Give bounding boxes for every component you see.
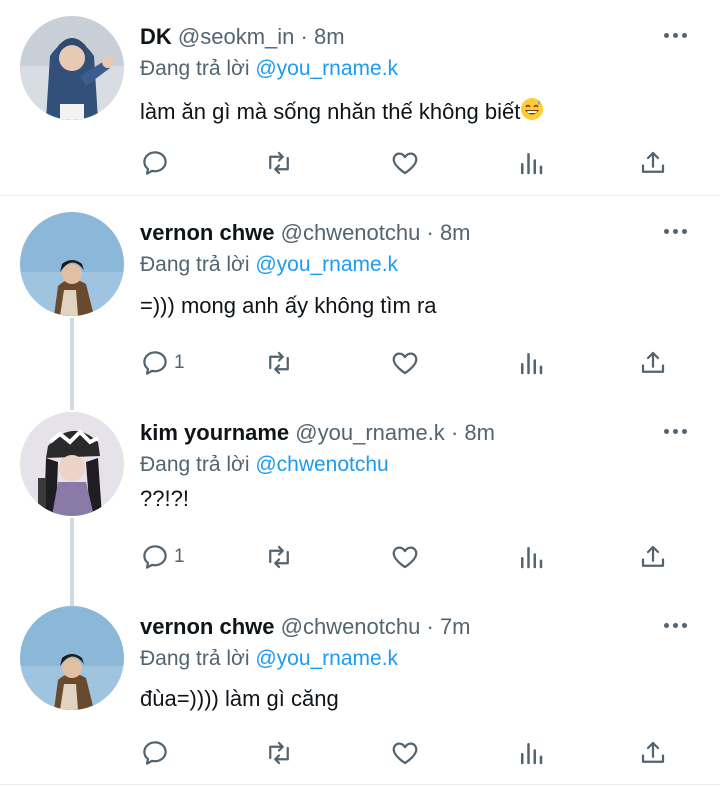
tweet-header: DK @seokm_in · 8m [140,24,345,50]
separator-dot: · [450,420,459,445]
avatar[interactable] [20,412,124,516]
share-icon [641,545,665,567]
replying-to: Đang trả lời @you_rname.k [140,647,398,671]
tweet-header: vernon chwe @chwenotchu · 7m [140,614,471,640]
replying-to-label: Đang trả lời [140,253,250,276]
display-name[interactable]: vernon chwe [140,614,274,639]
grinning-sweat-face-icon [520,97,544,127]
avatar[interactable] [20,16,124,120]
retweet-icon [269,351,289,375]
display-name[interactable]: DK [140,24,172,49]
share-icon [641,741,665,763]
views-chart-icon [521,153,543,175]
tweet-text: làm ăn gì mà sống nhăn thế không biết [140,97,544,127]
replying-to-label: Đang trả lời [140,647,250,670]
display-name[interactable]: kim yourname [140,420,289,445]
share-button[interactable] [638,539,668,575]
views-chart-icon [521,353,543,375]
reply-button[interactable] [140,145,174,181]
reply-button[interactable]: 1 [140,345,185,381]
tweet[interactable]: vernon chwe @chwenotchu · 8m Đang trả lờ… [0,196,720,392]
views-button[interactable] [516,539,546,575]
action-bar [140,145,680,181]
tweet-text-content: làm ăn gì mà sống nhăn thế không biết [140,99,521,124]
separator-dot: · [426,220,434,245]
reply-bubble-icon [143,741,167,765]
retweet-button[interactable] [264,145,294,181]
share-button[interactable] [638,145,668,181]
tweet-header: kim yourname @you_rname.k · 8m [140,420,495,446]
reply-bubble-icon [143,151,167,175]
user-handle[interactable]: @chwenotchu [281,220,421,245]
action-bar [140,735,680,771]
avatar[interactable] [20,606,124,710]
heart-icon [392,152,418,175]
replying-to: Đang trả lời @you_rname.k [140,57,398,81]
tweet-text: đùa=)))) làm gì căng [140,686,339,711]
reply-count: 1 [174,546,185,567]
share-button[interactable] [638,735,668,771]
timestamp[interactable]: 7m [440,614,471,639]
retweet-icon [269,151,289,175]
like-button[interactable] [390,735,420,771]
tweet-divider [0,784,720,785]
more-dots-icon[interactable] [664,28,692,42]
separator-dot: · [300,24,308,49]
views-chart-icon [521,547,543,569]
user-handle[interactable]: @chwenotchu [281,614,421,639]
retweet-button[interactable] [264,345,294,381]
heart-icon [392,742,418,765]
avatar[interactable] [20,212,124,316]
mention-link[interactable]: @chwenotchu [255,453,388,476]
replying-to: Đang trả lời @chwenotchu [140,453,389,477]
tweet[interactable]: vernon chwe @chwenotchu · 7m Đang trả lờ… [0,590,720,787]
reply-bubble-icon [143,545,167,569]
retweet-icon [269,741,289,765]
retweet-button[interactable] [264,539,294,575]
mention-link[interactable]: @you_rname.k [255,253,398,276]
tweet[interactable]: kim yourname @you_rname.k · 8m Đang trả … [0,396,720,596]
tweet-text: ??!?! [140,486,189,511]
views-button[interactable] [516,145,546,181]
mention-link[interactable]: @you_rname.k [255,647,398,670]
user-handle[interactable]: @you_rname.k [295,420,445,445]
tweet[interactable]: DK @seokm_in · 8m Đang trả lời @you_rnam… [0,0,720,196]
replying-to: Đang trả lời @you_rname.k [140,253,398,277]
timestamp[interactable]: 8m [464,420,495,445]
tweet-header: vernon chwe @chwenotchu · 8m [140,220,471,246]
views-button[interactable] [516,735,546,771]
reply-count: 1 [174,352,185,373]
action-bar: 1 [140,345,680,381]
retweet-button[interactable] [264,735,294,771]
timestamp[interactable]: 8m [440,220,471,245]
reply-button[interactable] [140,735,174,771]
share-icon [641,351,665,373]
replying-to-label: Đang trả lời [140,57,250,80]
reply-bubble-icon [143,351,167,375]
heart-icon [392,546,418,569]
more-dots-icon[interactable] [664,224,692,238]
action-bar: 1 [140,539,680,575]
replying-to-label: Đang trả lời [140,453,250,476]
like-button[interactable] [390,145,420,181]
like-button[interactable] [390,345,420,381]
views-chart-icon [521,743,543,765]
user-handle[interactable]: @seokm_in [178,24,295,49]
share-button[interactable] [638,345,668,381]
separator-dot: · [426,614,434,639]
reply-button[interactable]: 1 [140,539,185,575]
like-button[interactable] [390,539,420,575]
tweet-text: =))) mong anh ấy không tìm ra [140,293,437,318]
views-button[interactable] [516,345,546,381]
timestamp[interactable]: 8m [314,24,345,49]
display-name[interactable]: vernon chwe [140,220,274,245]
more-dots-icon[interactable] [664,424,692,438]
more-dots-icon[interactable] [664,618,692,632]
mention-link[interactable]: @you_rname.k [255,57,398,80]
heart-icon [392,352,418,375]
share-icon [641,151,665,173]
retweet-icon [269,545,289,569]
